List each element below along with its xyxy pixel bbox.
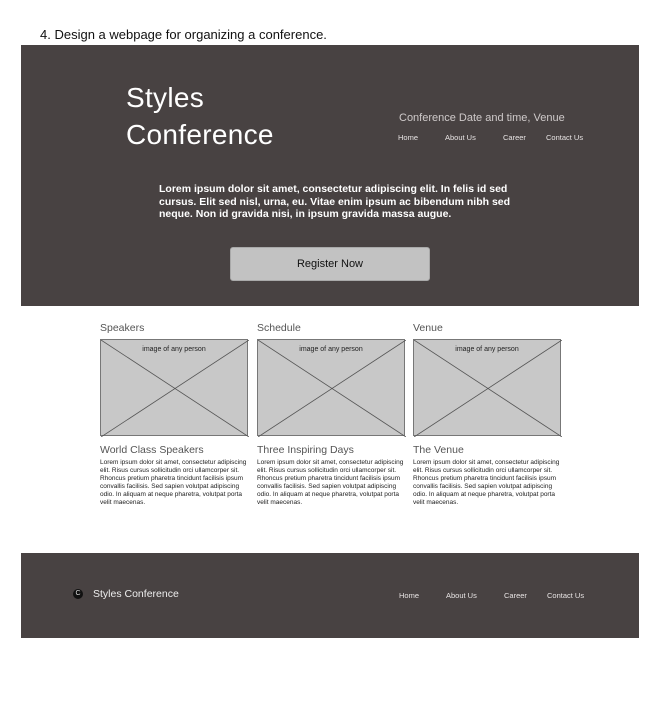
footer-nav-about-us[interactable]: About Us bbox=[446, 591, 477, 600]
card-body: Lorem ipsum dolor sit amet, consectetur … bbox=[413, 459, 560, 506]
hero-intro-text: Lorem ipsum dolor sit amet, consectetur … bbox=[159, 183, 511, 220]
image-placeholder: image of any person bbox=[257, 339, 406, 437]
placeholder-cross-icon bbox=[101, 340, 249, 437]
footer: C Styles Conference Home About Us Career… bbox=[21, 553, 639, 638]
placeholder-cross-icon bbox=[258, 340, 406, 437]
footer-nav-career[interactable]: Career bbox=[504, 591, 527, 600]
nav-career[interactable]: Career bbox=[503, 133, 526, 142]
card-heading: Schedule bbox=[257, 322, 301, 334]
card-schedule: Schedule image of any person Three Inspi… bbox=[257, 322, 406, 506]
placeholder-cross-icon bbox=[414, 340, 562, 437]
image-placeholder-label: image of any person bbox=[299, 346, 363, 353]
task-instruction: 4. Design a webpage for organizing a con… bbox=[40, 27, 327, 42]
nav-contact-us[interactable]: Contact Us bbox=[546, 133, 583, 142]
card-body: Lorem ipsum dolor sit amet, consectetur … bbox=[100, 459, 247, 506]
card-body: Lorem ipsum dolor sit amet, consectetur … bbox=[257, 459, 404, 506]
nav-home[interactable]: Home bbox=[398, 133, 418, 142]
card-heading: Speakers bbox=[100, 322, 145, 334]
register-now-button[interactable]: Register Now bbox=[230, 247, 430, 281]
footer-brand: Styles Conference bbox=[93, 588, 179, 600]
card-title: World Class Speakers bbox=[100, 444, 204, 456]
card-venue: Venue image of any person The Venue Lore… bbox=[413, 322, 562, 506]
card-heading: Venue bbox=[413, 322, 443, 334]
card-title: Three Inspiring Days bbox=[257, 444, 354, 456]
hero-section: Styles Conference Conference Date and ti… bbox=[21, 45, 639, 306]
site-title: Styles Conference bbox=[126, 79, 274, 153]
card-title: The Venue bbox=[413, 444, 464, 456]
site-title-line-1: Styles bbox=[126, 82, 205, 113]
logo-icon: C bbox=[73, 589, 83, 599]
footer-nav-home[interactable]: Home bbox=[399, 591, 419, 600]
nav-about-us[interactable]: About Us bbox=[445, 133, 476, 142]
conference-date-venue: Conference Date and time, Venue bbox=[399, 112, 565, 124]
site-title-line-2: Conference bbox=[126, 119, 274, 150]
card-speakers: Speakers image of any person World Class… bbox=[100, 322, 249, 506]
image-placeholder-label: image of any person bbox=[142, 346, 206, 353]
image-placeholder: image of any person bbox=[413, 339, 562, 437]
image-placeholder-label: image of any person bbox=[455, 346, 519, 353]
footer-nav-contact-us[interactable]: Contact Us bbox=[547, 591, 584, 600]
image-placeholder: image of any person bbox=[100, 339, 249, 437]
